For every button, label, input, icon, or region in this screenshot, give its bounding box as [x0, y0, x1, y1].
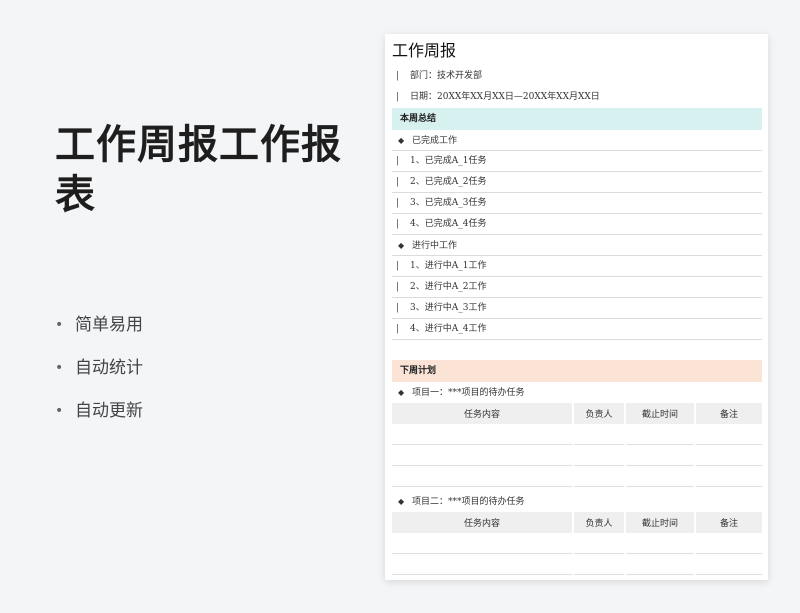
table-cell [392, 533, 572, 554]
feature-label: 简单易用 [75, 315, 143, 335]
feature-item: • 简单易用 [55, 312, 143, 355]
table-cell [696, 533, 762, 554]
column-header: 负责人 [574, 403, 624, 424]
list-item-text: 4、已完成A_4任务 [410, 219, 487, 229]
plan-heading: 下周计划 [392, 360, 762, 382]
table-cell [392, 554, 572, 575]
table-cell [574, 554, 624, 575]
department-text: 部门：技术开发部 [410, 71, 483, 81]
summary-heading: 本周总结 [392, 108, 762, 130]
done-heading-row: ◆ 已完成工作 [392, 130, 762, 151]
table-cell [626, 466, 694, 487]
bullet-icon: • [55, 360, 64, 376]
column-header: 任务内容 [392, 512, 572, 533]
table-cell [626, 533, 694, 554]
task-table: 任务内容 负责人 截止时间 备注 [390, 512, 764, 575]
list-item: | 1、已完成A_1任务 [392, 151, 762, 172]
table-cell [696, 466, 762, 487]
table-row [392, 533, 762, 554]
project-heading-row: ◆ 项目一：***项目的待办任务 [392, 382, 762, 403]
bullet-icon: • [55, 317, 64, 333]
list-item: | 3、进行中A_3工作 [392, 298, 762, 319]
column-header: 截止时间 [626, 403, 694, 424]
list-item: | 3、已完成A_3任务 [392, 193, 762, 214]
list-item-text: 3、进行中A_3工作 [410, 303, 487, 313]
feature-label: 自动统计 [75, 358, 143, 378]
table-cell [696, 445, 762, 466]
list-item-text: 1、已完成A_1任务 [410, 156, 487, 166]
table-cell [696, 424, 762, 445]
table-cell [574, 466, 624, 487]
table-cell [574, 424, 624, 445]
feature-item: • 自动统计 [55, 355, 143, 398]
feature-item: • 自动更新 [55, 398, 143, 441]
table-cell [392, 445, 572, 466]
diamond-icon: ◆ [398, 388, 405, 397]
list-item: | 4、进行中A_4工作 [392, 319, 762, 340]
column-header: 截止时间 [626, 512, 694, 533]
bullet-icon: • [55, 403, 64, 419]
table-header-row: 任务内容 负责人 截止时间 备注 [392, 403, 762, 424]
column-header: 备注 [696, 512, 762, 533]
doing-heading: 进行中工作 [412, 241, 458, 251]
date-row: | 日期：20XX年XX月XX日—20XX年XX月XX日 [396, 92, 600, 102]
project-heading-row: ◆ 项目二：***项目的待办任务 [392, 491, 762, 512]
column-header: 任务内容 [392, 403, 572, 424]
list-item-text: 4、进行中A_4工作 [410, 324, 487, 334]
project-title: 项目一：***项目的待办任务 [412, 388, 525, 398]
table-row [392, 445, 762, 466]
table-cell [392, 466, 572, 487]
department-row: | 部门：技术开发部 [396, 71, 483, 81]
list-item-text: 1、进行中A_1工作 [410, 261, 487, 271]
document-preview: 工作周报 | 部门：技术开发部 | 日期：20XX年XX月XX日—20XX年XX月X… [385, 34, 768, 580]
doc-title: 工作周报 [392, 41, 457, 60]
diamond-icon: ◆ [398, 241, 405, 250]
table-cell [392, 424, 572, 445]
table-row [392, 554, 762, 575]
table-row [392, 466, 762, 487]
table-cell [626, 445, 694, 466]
list-item: | 1、进行中A_1工作 [392, 256, 762, 277]
table-header-row: 任务内容 负责人 截止时间 备注 [392, 512, 762, 533]
project-title: 项目二：***项目的待办任务 [412, 497, 525, 507]
table-row [392, 424, 762, 445]
feature-list: • 简单易用 • 自动统计 • 自动更新 [55, 312, 143, 441]
table-cell [626, 554, 694, 575]
date-text: 日期：20XX年XX月XX日—20XX年XX月XX日 [410, 92, 600, 102]
list-item-text: 2、已完成A_2任务 [410, 177, 487, 187]
list-item-text: 3、已完成A_3任务 [410, 198, 487, 208]
task-table: 任务内容 负责人 截止时间 备注 [390, 403, 764, 487]
list-item: | 2、进行中A_2工作 [392, 277, 762, 298]
list-item: | 4、已完成A_4任务 [392, 214, 762, 235]
list-item: | 2、已完成A_2任务 [392, 172, 762, 193]
hero-title: 工作周报工作报表 [55, 122, 342, 218]
doing-heading-row: ◆ 进行中工作 [392, 235, 762, 256]
list-item-text: 2、进行中A_2工作 [410, 282, 487, 292]
table-cell [574, 533, 624, 554]
table-cell [574, 445, 624, 466]
done-heading: 已完成工作 [412, 136, 458, 146]
table-cell [626, 424, 694, 445]
column-header: 备注 [696, 403, 762, 424]
diamond-icon: ◆ [398, 497, 405, 506]
table-cell [696, 554, 762, 575]
column-header: 负责人 [574, 512, 624, 533]
diamond-icon: ◆ [398, 136, 405, 145]
feature-label: 自动更新 [75, 401, 143, 421]
